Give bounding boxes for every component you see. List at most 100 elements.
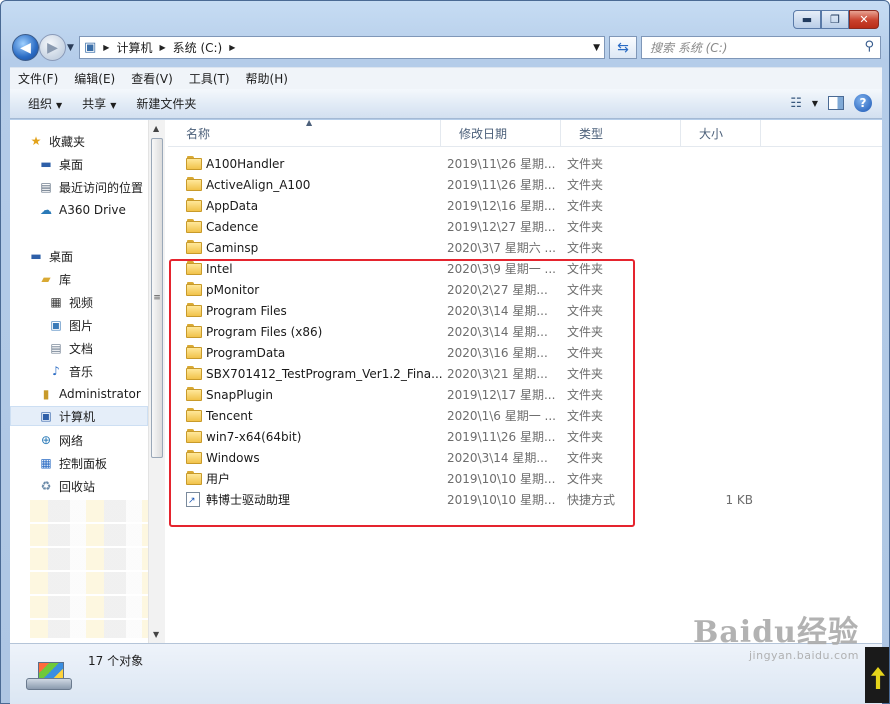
- scrollbar-thumb[interactable]: ≡: [151, 138, 163, 458]
- close-button[interactable]: ✕: [849, 10, 879, 29]
- share-label: 共享: [82, 97, 107, 111]
- sidebar-item-videos[interactable]: ▦ 视频: [48, 292, 93, 312]
- new-folder-button[interactable]: 新建文件夹: [126, 95, 206, 112]
- search-input[interactable]: 搜索 系统 (C:) ⚲: [641, 36, 881, 59]
- sidebar-item-label: 文档: [69, 341, 94, 356]
- breadcrumb-separator-icon[interactable]: ▶: [103, 43, 109, 52]
- file-row[interactable]: Cadence 2019\12\27 星期... 文件夹: [168, 216, 768, 237]
- file-row[interactable]: A100Handler 2019\11\26 星期... 文件夹: [168, 153, 768, 174]
- recent-pages-dropdown-icon[interactable]: ▼: [67, 43, 74, 53]
- address-history-dropdown-icon[interactable]: ▼: [593, 43, 600, 53]
- file-row[interactable]: Caminsp 2020\3\7 星期六 ... 文件夹: [168, 237, 768, 258]
- menu-file[interactable]: 文件(F): [10, 70, 66, 87]
- scroll-up-icon[interactable]: ▲: [153, 124, 159, 133]
- blurred-sidebar-item: [30, 524, 150, 546]
- folder-icon: [186, 177, 202, 191]
- file-name: ActiveAlign_A100: [206, 177, 311, 192]
- file-date: 2019\12\27 星期...: [447, 220, 556, 234]
- breadcrumb-drive-c[interactable]: 系统 (C:): [173, 39, 223, 56]
- recent-places-icon: ▤: [40, 180, 52, 194]
- navigation-bar: ◀ ▶ ▼ ▣ ▶ 计算机 ▶ 系统 (C:) ▶ ▼ ⇆ 搜索 系统 (C:)…: [9, 34, 883, 62]
- sidebar-item-music[interactable]: ♪ 音乐: [48, 361, 93, 381]
- column-type[interactable]: 类型: [561, 120, 681, 147]
- sidebar-item-computer[interactable]: ▣ 计算机: [10, 406, 148, 426]
- view-controls: ☷ ▼ ?: [790, 94, 872, 112]
- address-bar[interactable]: ▣ ▶ 计算机 ▶ 系统 (C:) ▶ ▼: [79, 36, 605, 59]
- sidebar-item-control-panel[interactable]: ▦ 控制面板: [38, 453, 107, 473]
- search-placeholder: 搜索 系统 (C:): [650, 41, 728, 55]
- menu-bar: 文件(F) 编辑(E) 查看(V) 工具(T) 帮助(H): [10, 67, 882, 89]
- back-button[interactable]: ◀: [12, 34, 39, 61]
- file-row[interactable]: AppData 2019\12\16 星期... 文件夹: [168, 195, 768, 216]
- menu-view[interactable]: 查看(V): [123, 70, 181, 87]
- folder-icon: [186, 156, 202, 170]
- sidebar-item-desktop-root[interactable]: ▬ 桌面: [28, 246, 73, 266]
- sidebar-item-label: 视频: [69, 295, 94, 310]
- sidebar-scrollbar[interactable]: ▲ ≡ ▼: [148, 120, 165, 643]
- computer-location-icon: ▣: [84, 40, 97, 55]
- column-name-label: 名称: [186, 127, 211, 141]
- computer-icon: ▣: [40, 409, 52, 423]
- breadcrumb-computer[interactable]: 计算机: [116, 39, 152, 56]
- column-date-modified[interactable]: 修改日期: [441, 120, 561, 147]
- minimize-button[interactable]: ▬: [793, 10, 821, 29]
- column-date-label: 修改日期: [459, 127, 508, 141]
- file-name: A100Handler: [206, 156, 285, 171]
- file-row[interactable]: ActiveAlign_A100 2019\11\26 星期... 文件夹: [168, 174, 768, 195]
- file-date: 2019\12\16 星期...: [447, 199, 556, 213]
- desktop-icon: ▬: [30, 249, 42, 263]
- breadcrumb-separator-icon[interactable]: ▶: [159, 43, 165, 52]
- maximize-button[interactable]: ❐: [821, 10, 849, 29]
- refresh-button[interactable]: ⇆: [609, 36, 637, 59]
- video-icon: ▦: [50, 295, 62, 309]
- forward-button[interactable]: ▶: [39, 34, 66, 61]
- pictures-icon: ▣: [50, 318, 62, 332]
- file-date: 2019\11\26 星期...: [447, 157, 556, 171]
- folder-icon: [186, 240, 202, 254]
- sidebar-item-label: 最近访问的位置: [59, 180, 144, 195]
- column-name[interactable]: 名称 ▲: [168, 118, 441, 147]
- sidebar-item-label: 图片: [69, 318, 94, 333]
- column-size[interactable]: 大小: [681, 120, 761, 147]
- search-icon[interactable]: ⚲: [864, 39, 874, 54]
- caption-buttons: ▬ ❐ ✕: [793, 10, 879, 29]
- desktop-icon: ▬: [40, 157, 52, 171]
- chevron-down-icon: ▼: [110, 101, 117, 110]
- sidebar-item-administrator[interactable]: ▮ Administrator: [38, 384, 141, 404]
- sidebar-item-pictures[interactable]: ▣ 图片: [48, 315, 93, 335]
- sidebar-item-desktop[interactable]: ▬ 桌面: [38, 154, 83, 174]
- file-type: 文件夹: [567, 199, 604, 213]
- item-count: 17 个对象: [88, 654, 144, 668]
- help-icon[interactable]: ?: [854, 94, 872, 112]
- share-button[interactable]: 共享 ▼: [72, 95, 126, 112]
- sidebar-item-documents[interactable]: ▤ 文档: [48, 338, 93, 358]
- sidebar-item-favorites[interactable]: ★ 收藏夹: [28, 131, 85, 151]
- menu-tools[interactable]: 工具(T): [181, 70, 238, 87]
- sidebar-item-a360-drive[interactable]: ☁ A360 Drive: [38, 200, 126, 220]
- view-options-dropdown-icon[interactable]: ▼: [812, 99, 818, 108]
- cloud-drive-icon: ☁: [40, 203, 52, 217]
- menu-help[interactable]: 帮助(H): [238, 70, 296, 87]
- scroll-down-icon[interactable]: ▼: [153, 630, 159, 639]
- sidebar-item-label: 控制面板: [59, 456, 108, 471]
- file-size: 1 KB: [725, 492, 753, 507]
- computer-icon: [26, 662, 72, 690]
- blurred-sidebar-item: [30, 572, 150, 594]
- sidebar-item-libraries[interactable]: ▰ 库: [38, 269, 71, 289]
- sidebar-item-label: 音乐: [69, 364, 94, 379]
- sidebar-item-label: 桌面: [49, 249, 74, 264]
- blurred-sidebar-item: [30, 620, 150, 638]
- breadcrumb-separator-icon[interactable]: ▶: [229, 43, 235, 52]
- recycle-bin-icon: ♻: [40, 479, 52, 493]
- star-icon: ★: [30, 134, 42, 148]
- blurred-sidebar-item: [30, 500, 150, 522]
- change-view-icon[interactable]: ☷: [790, 96, 802, 111]
- sidebar-item-label: 网络: [59, 433, 84, 448]
- menu-edit[interactable]: 编辑(E): [66, 70, 123, 87]
- organize-button[interactable]: 组织 ▼: [18, 95, 72, 112]
- sidebar-item-network[interactable]: ⊕ 网络: [38, 430, 83, 450]
- organize-label: 组织: [28, 97, 53, 111]
- sidebar-item-recent-places[interactable]: ▤ 最近访问的位置: [38, 177, 143, 197]
- preview-pane-icon[interactable]: [828, 96, 844, 110]
- sidebar-item-recycle-bin[interactable]: ♻ 回收站: [38, 476, 95, 496]
